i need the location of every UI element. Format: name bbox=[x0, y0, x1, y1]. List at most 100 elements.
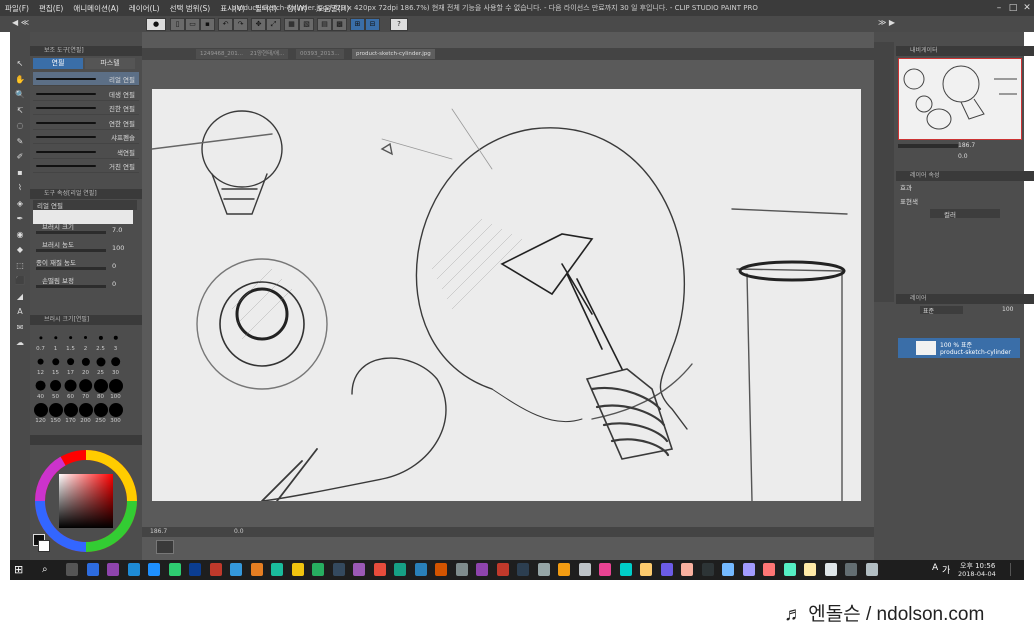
fill-tool-icon[interactable]: ◆ bbox=[13, 244, 27, 256]
taskbar-app-icon[interactable] bbox=[312, 563, 324, 576]
transform-icon[interactable]: ⤢ bbox=[266, 18, 281, 31]
decoration-tool-icon[interactable]: ◈ bbox=[13, 198, 27, 210]
brush-item[interactable]: 리얼 연필 bbox=[33, 72, 139, 86]
taskbar-app-icon[interactable] bbox=[435, 563, 447, 576]
property-value[interactable]: 0 bbox=[112, 280, 116, 288]
frame-tool-icon[interactable]: ◢ bbox=[13, 291, 27, 303]
taskbar-app-icon[interactable] bbox=[332, 563, 345, 576]
taskbar-app-icon[interactable] bbox=[476, 563, 488, 576]
menu-item-3[interactable]: 레이어(L) bbox=[124, 3, 165, 14]
taskbar-app-icon[interactable] bbox=[845, 563, 857, 576]
menu-item-4[interactable]: 선택 범위(S) bbox=[165, 3, 216, 14]
brush-size-cell[interactable]: 80 bbox=[93, 378, 108, 400]
drawing-canvas[interactable] bbox=[152, 89, 861, 501]
brush-item[interactable]: 샤프펜슬 bbox=[33, 130, 139, 144]
blend-mode-select[interactable]: 표준 bbox=[920, 306, 963, 315]
taskbar-app-icon[interactable] bbox=[599, 563, 611, 576]
brush-item[interactable]: 진한 연필 bbox=[33, 101, 139, 115]
taskbar-app-icon[interactable] bbox=[804, 563, 816, 576]
pen-tool-icon[interactable]: ✎ bbox=[13, 136, 27, 148]
taskbar-app-icon[interactable] bbox=[271, 563, 283, 576]
minimize-icon[interactable]: – bbox=[992, 2, 1006, 14]
taskbar-app-icon[interactable] bbox=[783, 563, 796, 576]
tab-document-active[interactable]: product-sketch-cylinder.jpg bbox=[352, 49, 435, 59]
taskbar-app-icon[interactable] bbox=[865, 563, 878, 576]
taskbar-app-icon[interactable] bbox=[107, 563, 119, 576]
taskbar-app-icon[interactable] bbox=[66, 563, 78, 576]
balloon-tool-icon[interactable]: ✉ bbox=[13, 322, 27, 334]
taskbar-app-icon[interactable] bbox=[496, 563, 509, 576]
brush-size-cell[interactable]: 50 bbox=[48, 378, 63, 400]
clock-date[interactable]: 2018-04-04 bbox=[958, 570, 996, 578]
brush-size-cell[interactable]: 120 bbox=[33, 402, 48, 424]
brush-size-cell[interactable]: 30 bbox=[108, 354, 123, 376]
save-icon[interactable]: ▪ bbox=[200, 18, 215, 31]
tab-document-2[interactable]: 21양현태/애... bbox=[246, 49, 289, 59]
taskbar-app-icon[interactable] bbox=[722, 563, 734, 576]
taskbar-app-icon[interactable] bbox=[394, 563, 406, 576]
navigator-preview[interactable] bbox=[898, 58, 1022, 140]
windows-start-icon[interactable]: ⊞ bbox=[14, 563, 26, 576]
hand-tool-icon[interactable]: ✋ bbox=[13, 74, 27, 86]
maximize-icon[interactable]: □ bbox=[1006, 2, 1020, 14]
brush-size-cell[interactable]: 2 bbox=[78, 330, 93, 352]
brush-size-cell[interactable]: 200 bbox=[78, 402, 93, 424]
taskbar-app-icon[interactable] bbox=[168, 563, 181, 576]
taskbar-app-icon[interactable] bbox=[517, 563, 529, 576]
brush-size-cell[interactable]: 17 bbox=[63, 354, 78, 376]
taskbar-app-icon[interactable] bbox=[824, 563, 837, 576]
brush-size-cell[interactable]: 150 bbox=[48, 402, 63, 424]
taskbar-app-icon[interactable] bbox=[619, 563, 632, 576]
ime-hangul[interactable]: 가 bbox=[942, 563, 950, 576]
ime-indicator[interactable]: A bbox=[932, 563, 938, 573]
sub-color-swatch[interactable] bbox=[38, 540, 50, 552]
grid-icon[interactable]: ▩ bbox=[332, 18, 347, 31]
help-icon[interactable]: ? bbox=[390, 18, 408, 31]
search-icon[interactable]: ⌕ bbox=[42, 563, 54, 576]
brush-size-cell[interactable]: 12 bbox=[33, 354, 48, 376]
property-slider[interactable] bbox=[36, 285, 106, 288]
brush-size-cell[interactable]: 100 bbox=[108, 378, 123, 400]
eraser-tool-icon[interactable]: ✒ bbox=[13, 213, 27, 225]
navigator-zoom-slider[interactable] bbox=[898, 144, 958, 148]
panel-expand-icon[interactable]: ≫ ▶ bbox=[878, 18, 902, 29]
menu-item-2[interactable]: 애니메이션(A) bbox=[68, 3, 123, 14]
figure-tool-icon[interactable]: ⬛ bbox=[13, 275, 27, 287]
menu-item-1[interactable]: 편집(E) bbox=[34, 3, 68, 14]
canvas-thumbnail-icon[interactable] bbox=[156, 540, 174, 554]
tab-document-1[interactable]: 1249468_201... bbox=[196, 49, 247, 59]
property-value[interactable]: 7.0 bbox=[112, 226, 122, 234]
gradient-tool-icon[interactable]: ⬚ bbox=[13, 260, 27, 272]
app-icon[interactable]: ● bbox=[146, 18, 166, 31]
taskbar-app-icon[interactable] bbox=[660, 563, 673, 576]
color-mode-select[interactable]: 컬러 bbox=[930, 209, 1000, 219]
color-wheel[interactable] bbox=[33, 448, 139, 554]
property-slider[interactable] bbox=[36, 249, 106, 252]
fill-icon[interactable]: ▤ bbox=[317, 18, 332, 31]
brush-size-cell[interactable]: 250 bbox=[93, 402, 108, 424]
brush-size-cell[interactable]: 25 bbox=[93, 354, 108, 376]
blend-tool-icon[interactable]: ◉ bbox=[13, 229, 27, 241]
brush-item[interactable]: 연한 연필 bbox=[33, 116, 139, 130]
taskbar-app-icon[interactable] bbox=[455, 563, 468, 576]
taskbar-app-icon[interactable] bbox=[578, 563, 591, 576]
select-all-icon[interactable]: ▦ bbox=[284, 18, 299, 31]
brush-size-cell[interactable]: 60 bbox=[63, 378, 78, 400]
brush-size-cell[interactable]: 300 bbox=[108, 402, 123, 424]
brush-size-cell[interactable]: 40 bbox=[33, 378, 48, 400]
panel-collapse-icon[interactable]: ◀ ≪ bbox=[12, 18, 60, 29]
brush-size-cell[interactable]: 1 bbox=[48, 330, 63, 352]
close-icon[interactable]: ✕ bbox=[1020, 2, 1034, 14]
layer-row[interactable]: 100 % 표준 product-sketch-cylinder bbox=[898, 338, 1020, 358]
new-file-icon[interactable]: ▯ bbox=[170, 18, 185, 31]
open-file-icon[interactable]: ▭ bbox=[185, 18, 200, 31]
snap-icon[interactable]: ⊞ bbox=[350, 18, 365, 31]
taskbar-app-icon[interactable] bbox=[230, 563, 242, 576]
notification-icon[interactable] bbox=[1010, 563, 1021, 576]
taskbar-app-icon[interactable] bbox=[558, 563, 570, 576]
taskbar-app-icon[interactable] bbox=[127, 563, 140, 576]
taskbar-app-icon[interactable] bbox=[681, 563, 693, 576]
move-icon[interactable]: ✥ bbox=[251, 18, 266, 31]
brush-size-cell[interactable]: 3 bbox=[108, 330, 123, 352]
taskbar-app-icon[interactable] bbox=[701, 563, 714, 576]
